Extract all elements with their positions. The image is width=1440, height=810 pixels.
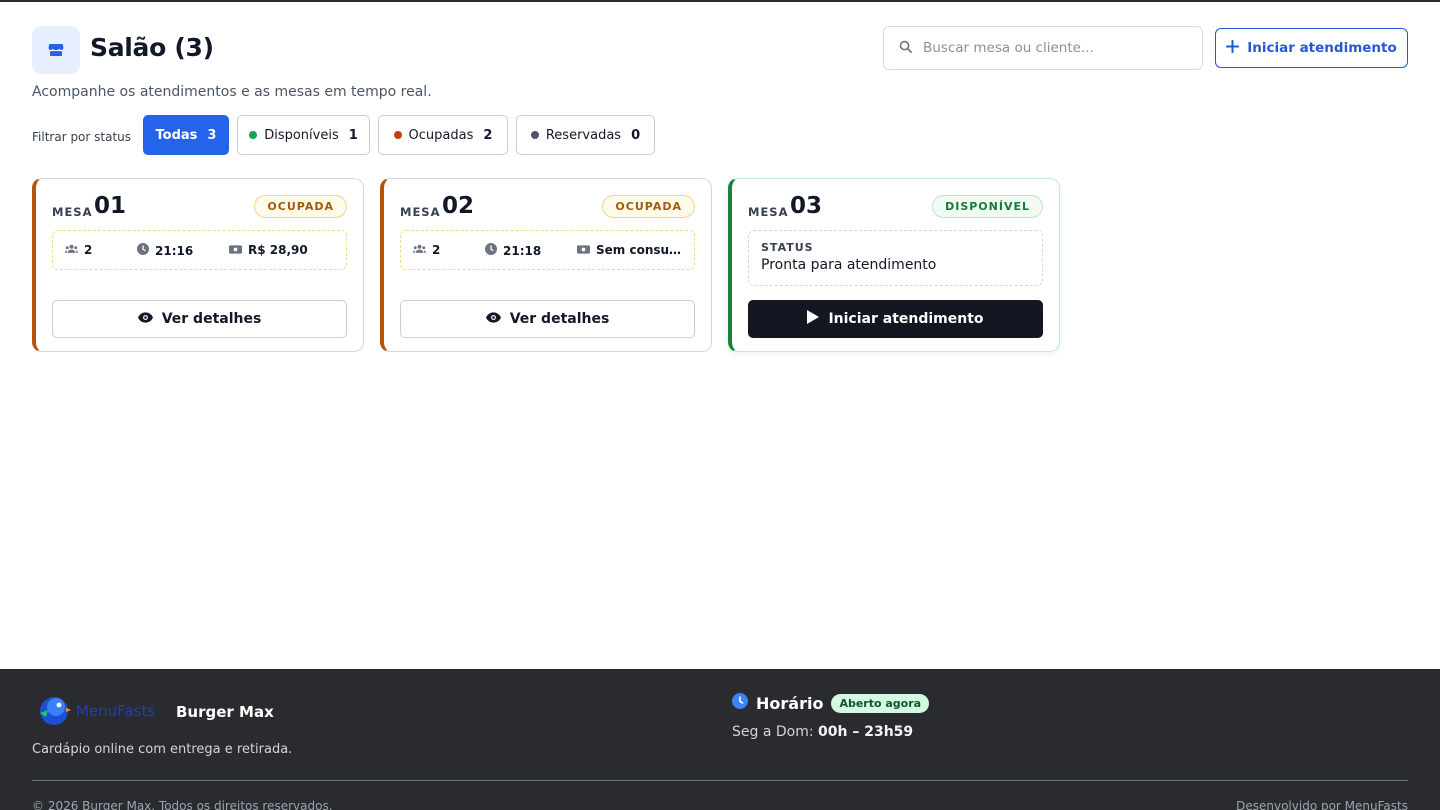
table-number: 01 [94,193,127,219]
plus-icon [1226,39,1240,57]
occupied-dot-icon [393,131,402,139]
filter-available-count: 1 [348,127,358,143]
elapsed-time: 21:18 [485,243,541,258]
eye-icon [137,311,153,327]
search-input[interactable] [923,40,1193,56]
table-status-box: STATUS Pronta para atendimento [748,230,1043,286]
table-label: MESA [52,205,93,219]
money-icon [229,243,242,257]
search-box[interactable] [883,26,1203,70]
status-label: STATUS [761,241,814,254]
clock-icon [137,243,149,258]
status-badge: OCUPADA [254,195,347,218]
people-count: 2 [65,243,92,257]
hours-title: Horário [756,693,824,713]
menufasts-logo: MenuFasts [32,693,155,729]
start-service-label: Iniciar atendimento [1247,40,1397,56]
view-details-button[interactable]: Ver detalhes [52,300,347,338]
brand-description: Cardápio online com entrega e retirada. [32,742,293,757]
people-count: 2 [413,243,440,257]
bird-logo-icon [40,697,71,725]
view-details-button[interactable]: Ver detalhes [400,300,695,338]
money-icon [577,243,590,257]
status-badge: DISPONÍVEL [932,195,1043,218]
order-total: R$ 28,90 [229,243,308,257]
play-icon [807,310,820,328]
table-number: 02 [442,193,475,219]
filter-occupied-label: Ocupadas [408,127,474,143]
hours-header: Horário Aberto agora [732,693,930,713]
copyright: © 2026 Burger Max. Todos os direitos res… [32,799,333,810]
open-now-badge: Aberto agora [831,693,930,713]
elapsed-time: 21:16 [137,243,193,258]
table-card-02: MESA 02 OCUPADA 2 21:18 Sem consu… Ver d… [380,178,712,352]
search-icon [898,39,913,58]
start-table-service-button[interactable]: Iniciar atendimento [748,300,1043,338]
brand-name: Burger Max [176,703,274,721]
users-icon [65,243,78,257]
table-card-03: MESA 03 DISPONÍVEL STATUS Pronta para at… [728,178,1060,352]
table-card-01: MESA 01 OCUPADA 2 21:16 R$ 28,90 Ver det… [32,178,364,352]
filter-reserved-label: Reservadas [545,127,622,143]
filter-occupied[interactable]: Ocupadas 2 [378,115,508,155]
filter-occupied-count: 2 [483,127,493,143]
reserved-dot-icon [530,131,539,139]
users-icon [413,243,426,257]
filter-label: Filtrar por status [32,130,132,144]
developed-by: Desenvolvido por MenuFasts [1236,799,1408,810]
hours-line: Seg a Dom: 00h – 23h59 [732,724,913,740]
footer-divider [32,780,1408,781]
page-title: Salão (3) [90,33,214,62]
status-value: Pronta para atendimento [761,257,937,273]
table-card-header: MESA 01 OCUPADA [52,193,347,221]
available-dot-icon [249,131,258,139]
table-card-header: MESA 03 DISPONÍVEL [748,193,1043,221]
table-label: MESA [748,205,789,219]
filter-reserved-count: 0 [631,127,641,143]
main-content: Salão (3) Acompanhe os atendimentos e as… [32,2,1408,667]
clock-icon [732,693,748,713]
clock-icon [485,243,497,258]
footer: MenuFasts Burger Max Cardápio online com… [0,669,1440,810]
table-label: MESA [400,205,441,219]
eye-icon [485,311,501,327]
order-total: Sem consu… [577,243,681,257]
table-info: 2 21:18 Sem consu… [400,230,695,270]
status-badge: OCUPADA [602,195,695,218]
table-number: 03 [790,193,823,219]
filter-available-label: Disponíveis [264,127,339,143]
filter-all[interactable]: Todas 3 [143,115,229,155]
store-icon [32,26,80,74]
filter-available[interactable]: Disponíveis 1 [237,115,370,155]
table-card-header: MESA 02 OCUPADA [400,193,695,221]
filter-all-count: 3 [207,127,217,143]
table-info: 2 21:16 R$ 28,90 [52,230,347,270]
logo-text: MenuFasts [76,702,156,720]
hours-range: 00h – 23h59 [818,724,914,740]
hours-days: Seg a Dom: [732,724,814,740]
filter-reserved[interactable]: Reservadas 0 [516,115,655,155]
filter-all-label: Todas [155,127,198,143]
page-subtitle: Acompanhe os atendimentos e as mesas em … [32,84,432,100]
start-service-button[interactable]: Iniciar atendimento [1215,28,1408,68]
